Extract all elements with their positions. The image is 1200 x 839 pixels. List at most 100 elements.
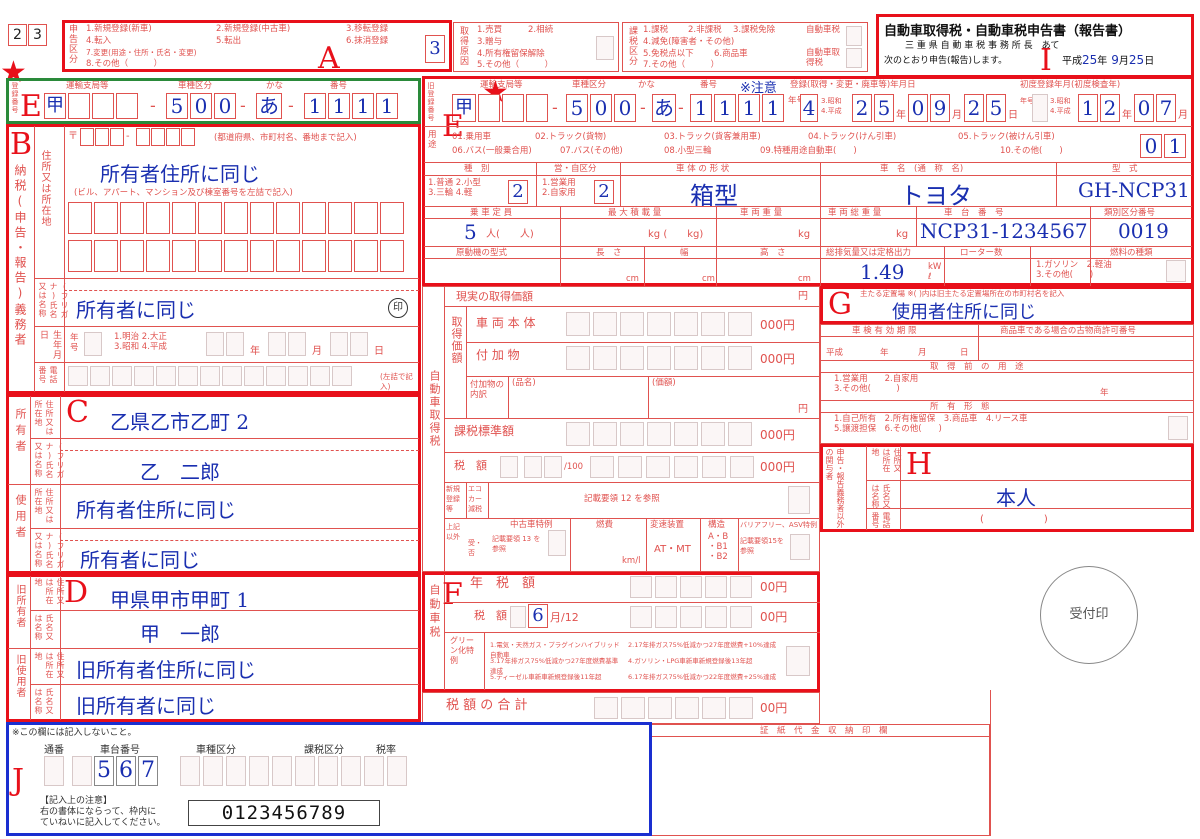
office-code-grid[interactable]: [180, 756, 420, 786]
office-code-box[interactable]: [226, 756, 246, 786]
displacement-value[interactable]: 1.49: [860, 260, 905, 284]
taxpayer-address-value[interactable]: 所有者住所に同じ: [100, 158, 400, 187]
declaration-option[interactable]: 3.移転登録: [346, 24, 406, 34]
owner-address-value[interactable]: 乙県乙市乙町 2: [110, 406, 410, 435]
birth-month-box[interactable]: [268, 332, 286, 356]
tax-division-option[interactable]: 7.その他（ ）: [643, 60, 753, 70]
plate-class-digit[interactable]: 5: [166, 93, 188, 119]
tax-division-option[interactable]: 3.課税免除: [733, 25, 793, 35]
plate-bureau-box[interactable]: [68, 93, 90, 119]
car-tax-division-box[interactable]: [846, 26, 862, 46]
vehicle-business-value[interactable]: 2: [594, 180, 614, 204]
usage-option[interactable]: 05.トラック(被けん引車): [958, 132, 1055, 142]
usage-option[interactable]: 09.特種用途自動車( ): [760, 146, 857, 156]
eco-car-box[interactable]: [788, 486, 810, 514]
plate-class-digit[interactable]: 0: [214, 93, 236, 119]
tax-digit-box[interactable]: [648, 697, 672, 719]
declaration-option[interactable]: 8.その他（ ）: [86, 59, 216, 69]
old-user-address-value[interactable]: 旧所有者住所に同じ: [76, 654, 406, 683]
vehicle-kind-value[interactable]: 2: [508, 180, 528, 204]
serial-box[interactable]: [44, 756, 64, 786]
class-number-value[interactable]: 0019: [1118, 219, 1188, 243]
address-char-box[interactable]: [198, 202, 222, 234]
address-char-box[interactable]: [146, 202, 170, 234]
tax-division-option[interactable]: 6.商品車: [714, 49, 784, 59]
usage-option[interactable]: 03.トラック(貨客兼用車): [664, 132, 761, 142]
birth-era-box[interactable]: [84, 332, 102, 356]
declaration-option[interactable]: 1.新規登録(新車): [86, 24, 216, 34]
birth-month-box[interactable]: [288, 332, 306, 356]
plate-kana[interactable]: あ: [256, 93, 282, 119]
tax-digit-box[interactable]: [655, 606, 677, 628]
first-reg-digit[interactable]: 7: [1156, 94, 1176, 122]
price-digit-box[interactable]: [647, 346, 671, 370]
plate-right-number-digit[interactable]: 1: [690, 94, 712, 122]
postal-box[interactable]: [110, 128, 124, 146]
usage-code-digit[interactable]: 1: [1164, 134, 1186, 158]
chassis-box[interactable]: [72, 756, 92, 786]
price-digit-box[interactable]: [674, 422, 698, 446]
price-digit-box[interactable]: [620, 422, 644, 446]
tax-rate-box[interactable]: [544, 456, 562, 478]
price-digit-box[interactable]: [566, 312, 590, 336]
registration-date-digit[interactable]: 5: [986, 94, 1006, 122]
phone-digit-box[interactable]: [200, 366, 220, 386]
address-char-box[interactable]: [68, 240, 92, 272]
vehicle-model-value[interactable]: GH-NCP31: [1078, 178, 1198, 202]
old-owner-name-value[interactable]: 甲 一郎: [140, 618, 340, 647]
price-digit-box[interactable]: [701, 346, 725, 370]
chassis-digit[interactable]: 5: [94, 756, 114, 786]
postal-box[interactable]: [136, 128, 150, 146]
first-reg-era-box[interactable]: [1032, 94, 1048, 122]
tax-digit-box[interactable]: [646, 456, 670, 478]
address-char-box[interactable]: [224, 240, 248, 272]
plate-right-bureau-box[interactable]: [478, 94, 500, 122]
usage-option[interactable]: 08.小型三輪: [664, 146, 712, 156]
reason-option[interactable]: 4.所有権留保解除: [477, 49, 587, 59]
fuel-type-box[interactable]: [1166, 260, 1186, 282]
registration-date-digit[interactable]: 5: [874, 94, 894, 122]
phone-digit-box[interactable]: [134, 366, 154, 386]
address-char-box[interactable]: [276, 240, 300, 272]
birth-year-box[interactable]: [226, 332, 244, 356]
price-digit-box[interactable]: [701, 422, 725, 446]
tax-digit-box[interactable]: [590, 456, 614, 478]
postal-box[interactable]: [181, 128, 195, 146]
tax-division-option[interactable]: 1.課税: [643, 25, 687, 35]
plate-right-number-digit[interactable]: 1: [738, 94, 760, 122]
address-char-box[interactable]: [380, 240, 404, 272]
plate-bureau-box[interactable]: [116, 93, 138, 119]
price-digit-box[interactable]: [728, 346, 752, 370]
phone-grid[interactable]: [68, 366, 378, 388]
price-digit-box[interactable]: [593, 346, 617, 370]
phone-digit-box[interactable]: [266, 366, 286, 386]
tax-digit-box[interactable]: [729, 697, 753, 719]
phone-digit-box[interactable]: [156, 366, 176, 386]
tax-division-option[interactable]: 2.非課税: [688, 25, 732, 35]
phone-digit-box[interactable]: [310, 366, 330, 386]
phone-digit-box[interactable]: [222, 366, 242, 386]
related-party-name[interactable]: 本人: [996, 482, 1076, 511]
registration-date-digit[interactable]: 2: [964, 94, 984, 122]
plate-number-digit[interactable]: 1: [376, 93, 398, 119]
address-char-box[interactable]: [172, 240, 196, 272]
plate-number-digit[interactable]: 1: [352, 93, 374, 119]
price-digit-box[interactable]: [728, 312, 752, 336]
address-char-box[interactable]: [94, 240, 118, 272]
price-digit-box[interactable]: [620, 312, 644, 336]
office-code-box[interactable]: [364, 756, 384, 786]
address-char-box[interactable]: [172, 202, 196, 234]
birth-day-box[interactable]: [350, 332, 368, 356]
office-code-box[interactable]: [318, 756, 338, 786]
owner-name-value[interactable]: 乙 二郎: [140, 456, 340, 485]
office-code-box[interactable]: [249, 756, 269, 786]
price-digit-box[interactable]: [647, 312, 671, 336]
plate-right-number-digit[interactable]: 1: [714, 94, 736, 122]
tax-digit-box[interactable]: [702, 456, 726, 478]
office-code-box[interactable]: [180, 756, 200, 786]
usage-option[interactable]: 02.トラック(貨物): [535, 132, 606, 142]
address-char-box[interactable]: [302, 240, 326, 272]
used-special-box[interactable]: [548, 530, 566, 556]
plate-right-kana[interactable]: あ: [652, 94, 676, 122]
reason-option[interactable]: 1.売買: [477, 25, 527, 35]
